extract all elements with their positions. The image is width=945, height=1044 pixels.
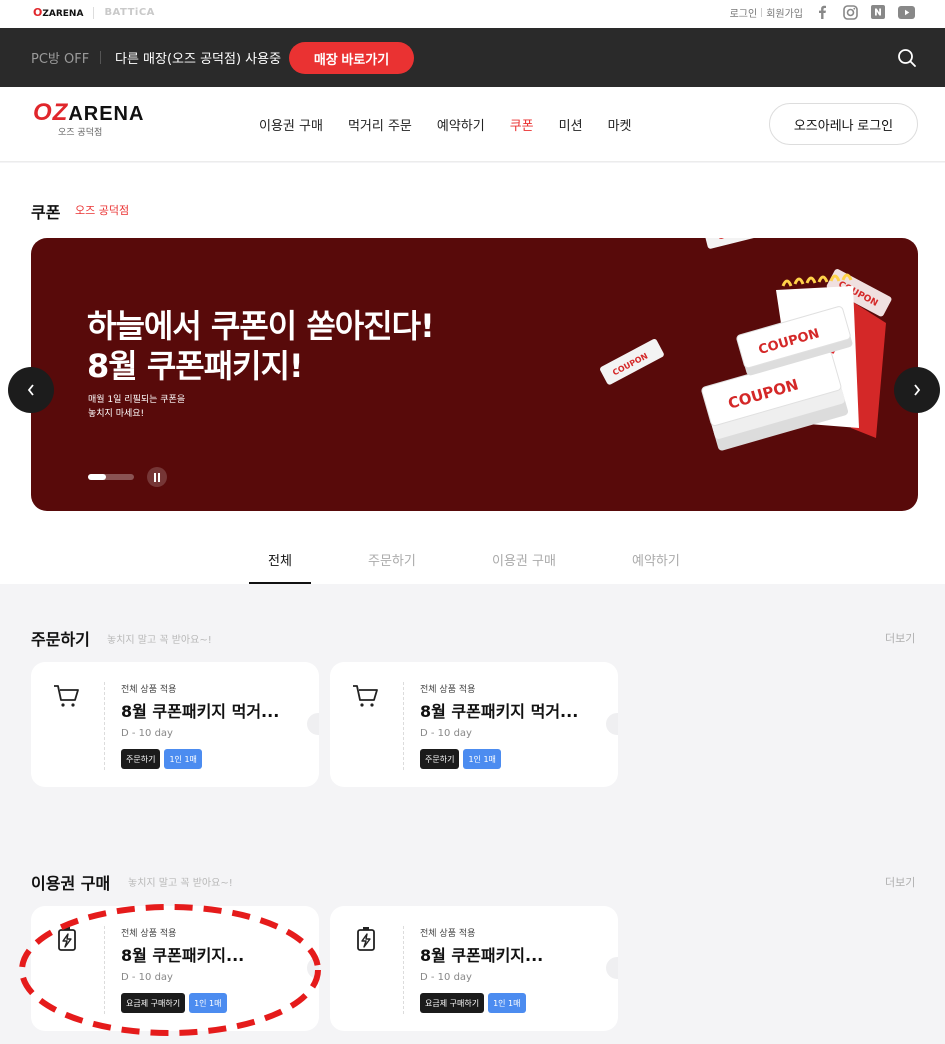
banner-headline: 하늘에서 쿠폰이 쏟아진다! 8월 쿠폰패키지! (87, 306, 435, 386)
pause-button[interactable] (147, 467, 167, 487)
card-notch (606, 957, 618, 979)
coupon-card[interactable]: 전체 상품 적용 8월 쿠폰패키지... D - 10 day 요금제 구매하기… (330, 906, 618, 1031)
banner-desc-line-2: 놓치지 마세요! (88, 409, 145, 419)
facebook-icon[interactable] (813, 3, 831, 21)
card-divider (403, 682, 404, 770)
chevron-right-icon (914, 384, 921, 396)
banner-next-button[interactable] (894, 367, 940, 413)
highlight-annotation (19, 904, 321, 1036)
coupon-card[interactable]: 전체 상품 적용 8월 쿠폰패키지 먹거... D - 10 day 주문하기 … (330, 662, 618, 787)
section-subtitle-order: 놓치지 말고 꼭 받아요~! (107, 635, 212, 646)
main-header: OZARENA 오즈 공덕점 이용권 구매 먹거리 주문 예약하기 쿠폰 미션 … (0, 87, 945, 162)
coupon-name: 8월 쿠폰패키지... (420, 946, 544, 965)
nav-market[interactable]: 마켓 (608, 115, 632, 134)
banner-prev-button[interactable] (8, 367, 54, 413)
coupon-card[interactable]: 전체 상품 적용 8월 쿠폰패키지 먹거... D - 10 day 주문하기 … (31, 662, 319, 787)
coupon-limit-badge: 1인 1매 (463, 749, 501, 769)
ozarena-logo[interactable]: OZARENA 오즈 공덕점 (33, 99, 144, 138)
banner-headline-line-2: 8월 쿠폰패키지! (87, 347, 304, 385)
banner-progress-fill (88, 474, 107, 480)
youtube-icon[interactable] (897, 3, 915, 21)
tab-reservation[interactable]: 예약하기 (632, 550, 680, 569)
coupon-type-badge: 주문하기 (121, 749, 161, 769)
card-divider (403, 926, 404, 1014)
chevron-left-icon (27, 384, 34, 396)
tab-order[interactable]: 주문하기 (368, 550, 416, 569)
nav-food-order[interactable]: 먹거리 주문 (348, 115, 412, 134)
coupon-dday: D - 10 day (420, 972, 472, 983)
coupon-limit-badge: 1인 1매 (488, 993, 526, 1013)
coupon-tags: 요금제 구매하기 1인 1매 (420, 993, 526, 1013)
utility-bar: OZARENA BATTiCA 로그인 회원가입 (0, 0, 945, 28)
active-tab-indicator (249, 582, 311, 584)
coupon-limit-badge: 1인 1매 (164, 749, 202, 769)
coupon-name: 8월 쿠폰패키지 먹거... (420, 702, 579, 721)
main-nav: 이용권 구매 먹거리 주문 예약하기 쿠폰 미션 마켓 (259, 115, 656, 134)
coupon-dday: D - 10 day (121, 728, 173, 739)
banner-headline-line-1: 하늘에서 쿠폰이 쏟아진다! (87, 307, 435, 345)
brand-links: OZARENA BATTiCA (33, 6, 155, 19)
battica-logo[interactable]: BATTiCA (104, 7, 154, 18)
page-title: 쿠폰 (31, 203, 61, 222)
coupon-apply-scope: 전체 상품 적용 (420, 929, 476, 939)
logo-word: ARENA (68, 103, 145, 125)
card-notch (606, 713, 618, 735)
section-title-order: 주문하기 (31, 630, 90, 649)
more-link-ticket[interactable]: 더보기 (885, 874, 915, 890)
utility-right: 로그인 회원가입 (730, 3, 915, 21)
go-to-store-button[interactable]: 매장 바로가기 (289, 42, 414, 74)
nav-mission[interactable]: 미션 (559, 115, 583, 134)
banner-desc-line-1: 매월 1일 리필되는 쿠폰을 (88, 395, 186, 405)
ozarena-small-logo[interactable]: OZARENA (33, 6, 83, 19)
nav-reservation[interactable]: 예약하기 (437, 115, 485, 134)
coupon-top-section: 쿠폰 오즈 공덕점 하늘에서 쿠폰이 쏟아진다! 8월 쿠폰패키지! 매월 1일… (0, 163, 945, 584)
battery-charge-icon (350, 924, 382, 956)
coupon-type-badge: 주문하기 (420, 749, 460, 769)
brand-divider (93, 6, 95, 19)
auth-links: 로그인 회원가입 (730, 5, 803, 20)
more-link-order[interactable]: 더보기 (885, 630, 915, 646)
naver-icon[interactable] (869, 3, 887, 21)
link-divider (761, 7, 763, 17)
coupon-apply-scope: 전체 상품 적용 (420, 685, 476, 695)
nav-coupon[interactable]: 쿠폰 (510, 115, 534, 134)
coupon-dday: D - 10 day (420, 728, 472, 739)
promo-banner[interactable]: 하늘에서 쿠폰이 쏟아진다! 8월 쿠폰패키지! 매월 1일 리필되는 쿠폰을 … (31, 238, 918, 511)
instagram-icon[interactable] (841, 3, 859, 21)
nav-ticket-purchase[interactable]: 이용권 구매 (259, 115, 323, 134)
page-store-name: 오즈 공덕점 (75, 204, 130, 217)
cart-icon (51, 680, 83, 712)
pc-status: PC방 OFF (31, 52, 90, 67)
login-link[interactable]: 로그인 (730, 5, 758, 20)
tab-all[interactable]: 전체 (268, 550, 292, 569)
banner-progress (88, 474, 134, 480)
signup-link[interactable]: 회원가입 (766, 5, 803, 20)
banner-description: 매월 1일 리필되는 쿠폰을 놓치지 마세요! (88, 393, 185, 421)
section-subtitle-ticket: 놓치지 말고 꼭 받아요~! (128, 878, 233, 889)
section-title-ticket: 이용권 구매 (31, 874, 111, 893)
coupon-tags: 주문하기 1인 1매 (121, 749, 202, 769)
card-notch (307, 713, 319, 735)
status-divider (100, 51, 101, 64)
logo-mark: OZ (33, 99, 69, 126)
coupon-type-badge: 요금제 구매하기 (420, 993, 485, 1013)
coupon-tabs: 전체 주문하기 이용권 구매 예약하기 (0, 536, 945, 584)
card-divider (104, 682, 105, 770)
other-store-status: 다른 매장(오즈 공덕점) 사용중 (115, 52, 282, 67)
coupon-apply-scope: 전체 상품 적용 (121, 685, 177, 695)
coupon-tags: 주문하기 1인 1매 (420, 749, 501, 769)
cart-icon (350, 680, 382, 712)
coupon-name: 8월 쿠폰패키지 먹거... (121, 702, 280, 721)
coupon-calendar-illustration: COUPON COUPON COUPON OZ COUPON (600, 238, 892, 451)
search-icon[interactable] (897, 48, 917, 72)
ozarena-login-button[interactable]: 오즈아레나 로그인 (769, 103, 918, 145)
store-status-bar: PC방 OFF 다른 매장(오즈 공덕점) 사용중 매장 바로가기 (0, 28, 945, 87)
pause-icon (154, 472, 160, 482)
tab-ticket-purchase[interactable]: 이용권 구매 (492, 550, 556, 569)
